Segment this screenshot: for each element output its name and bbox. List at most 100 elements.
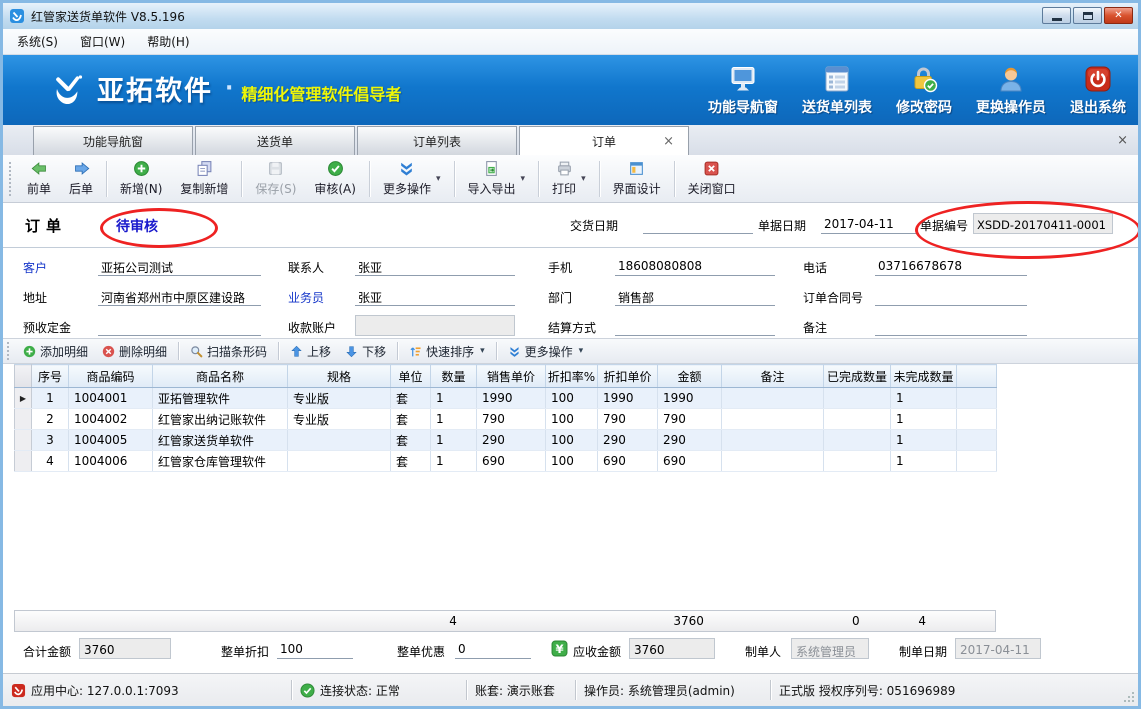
department-field[interactable]: 销售部 bbox=[615, 285, 775, 306]
scan-barcode-button[interactable]: 扫描条形码 bbox=[183, 341, 274, 362]
grid-column-header[interactable]: 销售单价 bbox=[477, 365, 546, 388]
add-detail-button[interactable]: 添加明细 bbox=[16, 341, 95, 362]
print-button[interactable]: 打印 ▾ bbox=[543, 158, 595, 199]
remark-field[interactable] bbox=[875, 315, 1027, 336]
table-row[interactable]: 31004005红管家送货单软件套12901002902901 bbox=[15, 430, 997, 451]
close-button[interactable]: ✕ bbox=[1104, 7, 1133, 24]
grid-cell[interactable]: 3 bbox=[32, 430, 69, 451]
grid-cell[interactable]: 290 bbox=[658, 430, 722, 451]
doc-date-field[interactable]: 2017-04-11 bbox=[821, 213, 919, 234]
customer-label[interactable]: 客户 bbox=[23, 259, 47, 276]
grid-cell[interactable]: 1 bbox=[32, 388, 69, 409]
minimize-button[interactable] bbox=[1042, 7, 1071, 24]
grid-cell[interactable]: 100 bbox=[546, 430, 598, 451]
grid-cell[interactable]: 1 bbox=[431, 451, 477, 472]
close-window-button[interactable]: 关闭窗口 bbox=[679, 158, 745, 199]
grid-cell[interactable]: 790 bbox=[598, 409, 658, 430]
menu-help[interactable]: 帮助(H) bbox=[147, 33, 189, 50]
grid-cell[interactable]: 红管家出纳记账软件 bbox=[153, 409, 288, 430]
grid-column-header[interactable]: 折扣率% bbox=[546, 365, 598, 388]
tab-nav-window[interactable]: 功能导航窗 bbox=[33, 126, 193, 155]
exit-system-button[interactable]: 退出系统 bbox=[1070, 64, 1126, 117]
grid-cell[interactable]: 1990 bbox=[598, 388, 658, 409]
contract-no-field[interactable] bbox=[875, 285, 1027, 306]
grid-cell[interactable]: 套 bbox=[391, 409, 431, 430]
mobile-field[interactable]: 18608080808 bbox=[615, 255, 775, 276]
tab-order-list[interactable]: 订单列表 bbox=[357, 126, 517, 155]
move-down-button[interactable]: 下移 bbox=[338, 341, 393, 362]
audit-button[interactable]: 审核(A) bbox=[305, 158, 365, 199]
grid-column-header[interactable]: 数量 bbox=[431, 365, 477, 388]
salesman-field[interactable]: 张亚 bbox=[355, 285, 515, 306]
grid-column-header[interactable]: 序号 bbox=[32, 365, 69, 388]
deposit-field[interactable] bbox=[98, 315, 261, 336]
discount-rate-field[interactable]: 100 bbox=[277, 638, 353, 659]
grid-cell[interactable]: 690 bbox=[658, 451, 722, 472]
grid-column-header[interactable]: 已完成数量 bbox=[824, 365, 891, 388]
grid-cell[interactable]: 套 bbox=[391, 430, 431, 451]
detail-toolbar-grip[interactable] bbox=[7, 342, 12, 360]
grid-column-header[interactable]: 备注 bbox=[722, 365, 824, 388]
row-marker[interactable] bbox=[15, 430, 32, 451]
grid-cell[interactable]: 1004001 bbox=[69, 388, 153, 409]
grid-cell[interactable]: 1 bbox=[431, 430, 477, 451]
menu-system[interactable]: 系统(S) bbox=[17, 33, 58, 50]
tab-delivery-order[interactable]: 送货单 bbox=[195, 126, 355, 155]
grid-cell[interactable] bbox=[824, 430, 891, 451]
import-export-button[interactable]: 导入导出 ▾ bbox=[459, 158, 535, 199]
grid-cell[interactable]: 专业版 bbox=[288, 388, 391, 409]
grid-column-header[interactable]: 未完成数量 bbox=[891, 365, 957, 388]
grid-cell[interactable] bbox=[722, 430, 824, 451]
more-actions-button[interactable]: 更多操作 ▾ bbox=[374, 158, 450, 199]
grid-column-header[interactable]: 折扣单价 bbox=[598, 365, 658, 388]
grid-cell[interactable]: 1004005 bbox=[69, 430, 153, 451]
grid-cell[interactable]: 100 bbox=[546, 388, 598, 409]
grid-cell[interactable]: 100 bbox=[546, 451, 598, 472]
grid-cell[interactable]: 290 bbox=[477, 430, 546, 451]
grid-cell[interactable]: 690 bbox=[477, 451, 546, 472]
grid-cell[interactable]: 790 bbox=[658, 409, 722, 430]
grid-column-header[interactable]: 金额 bbox=[658, 365, 722, 388]
switch-operator-button[interactable]: 更换操作员 bbox=[976, 64, 1046, 117]
maximize-button[interactable] bbox=[1073, 7, 1102, 24]
toolbar-grip[interactable] bbox=[9, 162, 14, 196]
menu-window[interactable]: 窗口(W) bbox=[80, 33, 125, 50]
grid-column-header[interactable]: 商品名称 bbox=[153, 365, 288, 388]
table-row[interactable]: 41004006红管家仓库管理软件套16901006906901 bbox=[15, 451, 997, 472]
discount-amount-field[interactable]: 0 bbox=[455, 638, 531, 659]
detail-more-actions-button[interactable]: 更多操作 ▾ bbox=[501, 341, 591, 362]
prev-doc-button[interactable]: 前单 bbox=[18, 158, 60, 199]
grid-column-header[interactable]: 商品编码 bbox=[69, 365, 153, 388]
grid-cell[interactable]: 1 bbox=[891, 451, 957, 472]
grid-cell[interactable]: 1 bbox=[431, 409, 477, 430]
grid-cell[interactable] bbox=[722, 451, 824, 472]
salesman-label[interactable]: 业务员 bbox=[288, 289, 324, 306]
grid-column-header[interactable]: 单位 bbox=[391, 365, 431, 388]
grid-cell[interactable]: 套 bbox=[391, 451, 431, 472]
grid-cell[interactable]: 1 bbox=[891, 388, 957, 409]
next-doc-button[interactable]: 后单 bbox=[60, 158, 102, 199]
delivery-date-field[interactable] bbox=[643, 213, 753, 234]
new-button[interactable]: 新增(N) bbox=[111, 158, 171, 199]
grid-cell[interactable]: 790 bbox=[477, 409, 546, 430]
grid-cell[interactable]: 100 bbox=[546, 409, 598, 430]
settlement-field[interactable] bbox=[615, 315, 775, 336]
delete-detail-button[interactable]: 删除明细 bbox=[95, 341, 174, 362]
tab-close-icon[interactable]: × bbox=[663, 134, 674, 149]
tabstrip-close-icon[interactable]: × bbox=[1117, 133, 1128, 148]
titlebar[interactable]: 红管家送货单软件 V8.5.196 ✕ bbox=[3, 3, 1138, 29]
row-marker[interactable] bbox=[15, 451, 32, 472]
address-field[interactable]: 河南省郑州市中原区建设路 bbox=[98, 285, 261, 306]
grid-cell[interactable]: 1990 bbox=[477, 388, 546, 409]
grid-cell[interactable]: 290 bbox=[598, 430, 658, 451]
row-marker[interactable] bbox=[15, 409, 32, 430]
grid-cell[interactable] bbox=[288, 430, 391, 451]
ui-design-button[interactable]: 界面设计 bbox=[604, 158, 670, 199]
grid-cell[interactable]: 专业版 bbox=[288, 409, 391, 430]
grid-cell[interactable]: 1 bbox=[431, 388, 477, 409]
grid-cell[interactable] bbox=[288, 451, 391, 472]
nav-window-button[interactable]: 功能导航窗 bbox=[708, 64, 778, 117]
table-row[interactable]: 21004002红管家出纳记账软件专业版套17901007907901 bbox=[15, 409, 997, 430]
change-password-button[interactable]: 修改密码 bbox=[896, 64, 952, 117]
grid-cell[interactable]: 1004006 bbox=[69, 451, 153, 472]
